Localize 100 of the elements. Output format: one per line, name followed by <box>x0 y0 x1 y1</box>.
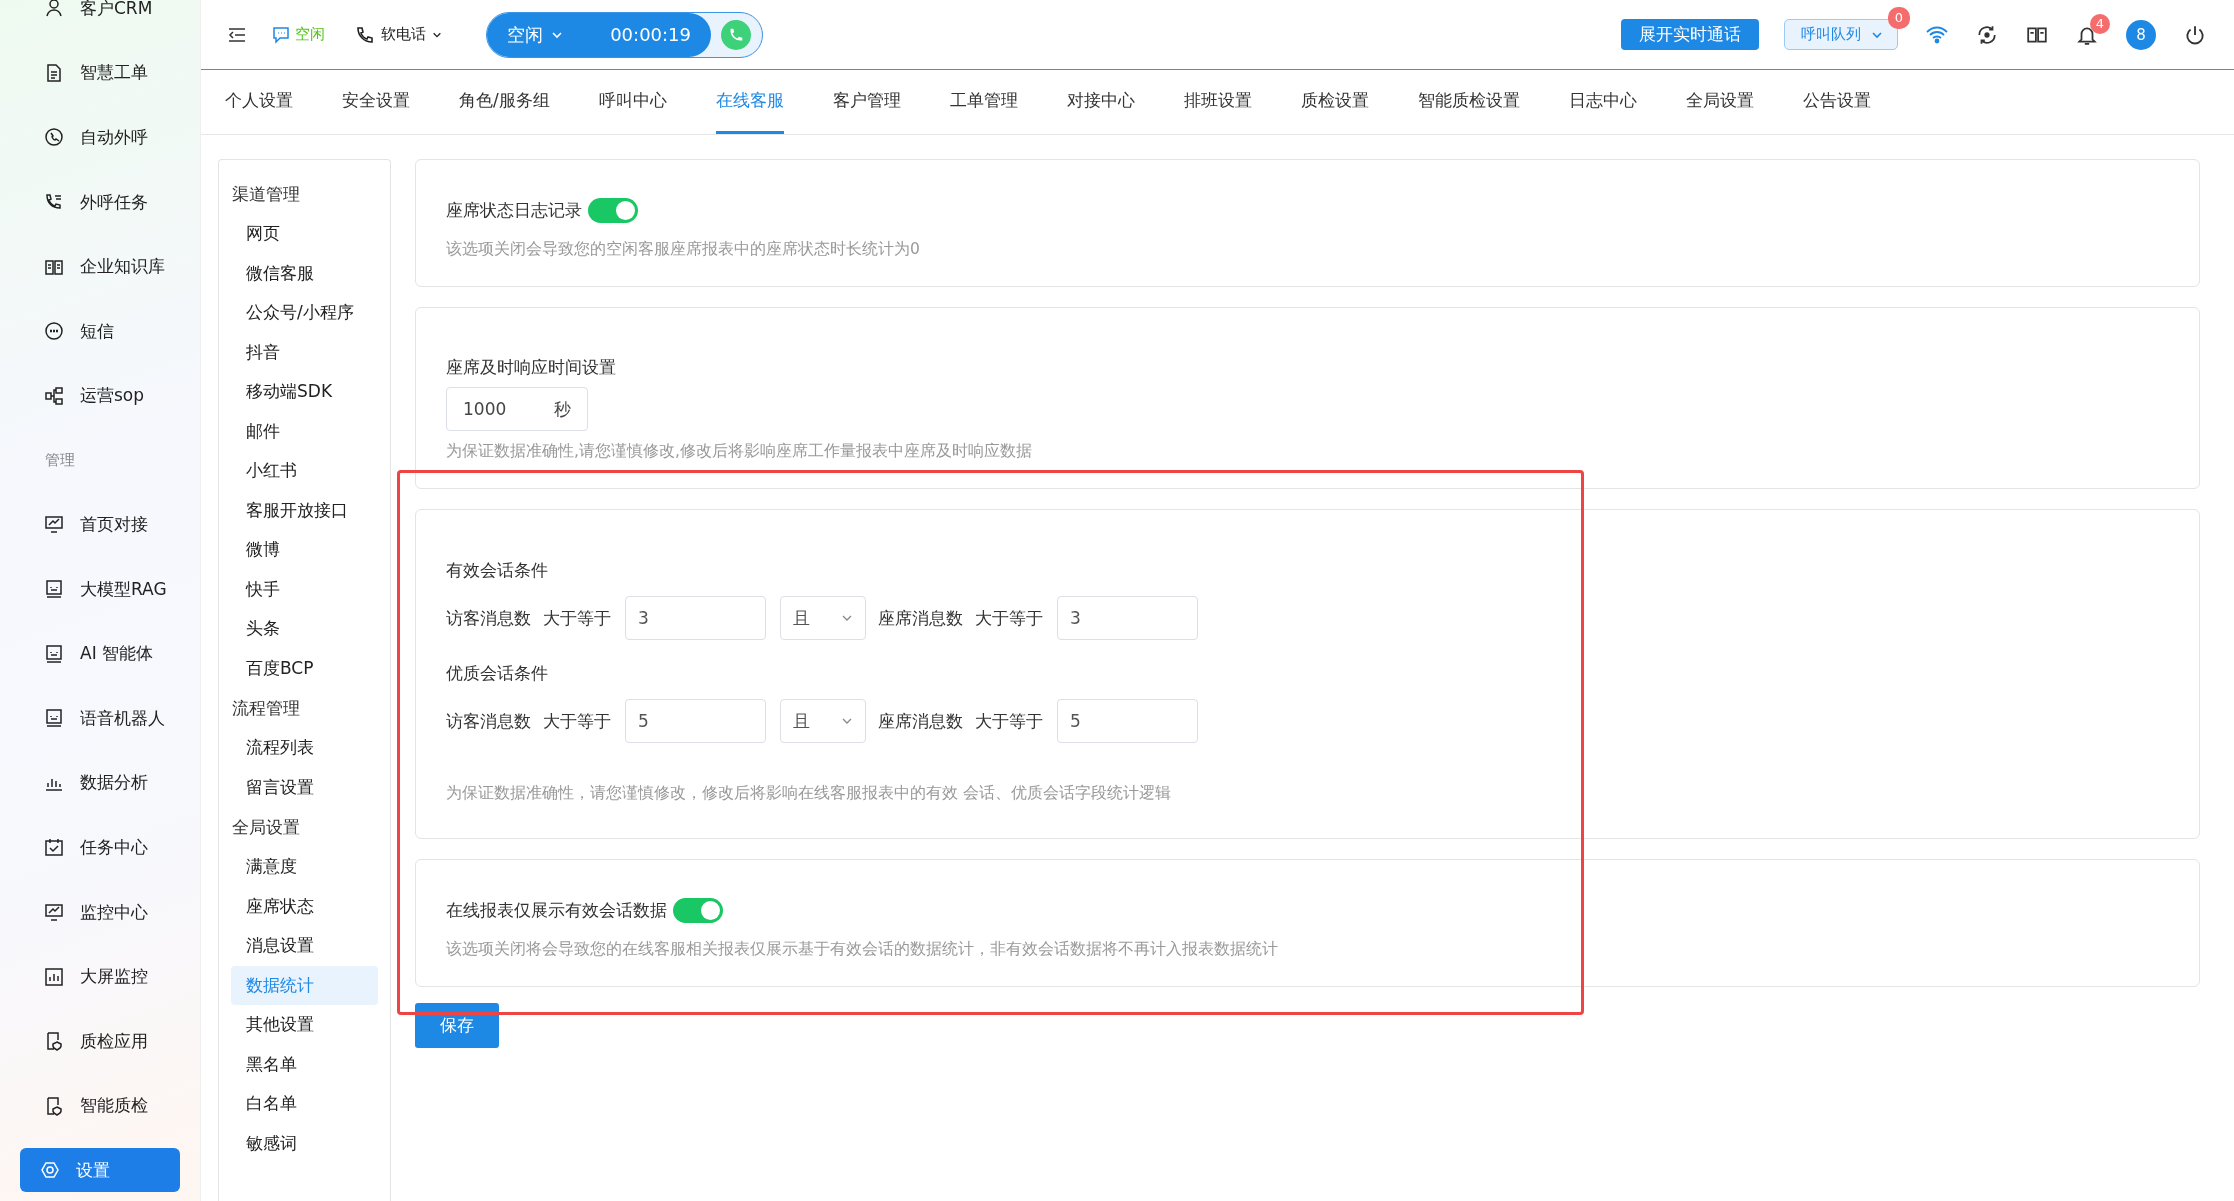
sidebar-item[interactable]: 企业知识库 <box>0 234 200 299</box>
sidebar-item[interactable]: AI 智能体 <box>0 621 200 686</box>
sidebar-item[interactable]: 外呼任务 <box>0 169 200 235</box>
setting-label: 在线报表仅展示有效会话数据 <box>446 899 667 922</box>
sidebar-item[interactable]: 监控中心 <box>0 879 200 945</box>
person-icon <box>44 0 64 19</box>
toggle-switch[interactable] <box>588 198 638 223</box>
submenu-group-title: 渠道管理 <box>231 183 301 206</box>
submenu-item[interactable]: 满意度 <box>231 847 378 887</box>
count-input-field[interactable]: 5 <box>1057 699 1198 743</box>
setting-hint: 该选项关闭会导致您的空闲客服座席报表中的座席状态时长统计为0 <box>446 239 921 260</box>
gear-icon <box>40 1160 60 1181</box>
submenu-item[interactable]: 流程列表 <box>231 728 378 768</box>
settings-tab[interactable]: 安全设置 <box>342 70 410 134</box>
avatar[interactable]: 8 <box>2126 19 2156 50</box>
operator-label: 大于等于 <box>975 709 1043 733</box>
settings-tab[interactable]: 对接中心 <box>1066 70 1135 134</box>
sidebar-item[interactable]: 首页对接 <box>0 492 200 557</box>
settings-tab[interactable]: 角色/服务组 <box>459 70 550 134</box>
sidebar-item[interactable]: 数据分析 <box>0 750 200 816</box>
sidebar-item[interactable]: 大屏监控 <box>0 944 200 1009</box>
settings-tab[interactable]: 工单管理 <box>949 70 1018 134</box>
chat-status-label: 空闲 <box>295 25 325 44</box>
sidebar-item[interactable]: 设置 <box>20 1148 180 1193</box>
sidebar-item[interactable]: 自动外呼 <box>0 105 200 170</box>
submenu-item[interactable]: 白名单 <box>231 1084 378 1124</box>
agent-status-dropdown[interactable]: 空闲 <box>507 22 563 47</box>
softphone-dropdown[interactable]: 软电话 <box>355 24 442 45</box>
call-timer: 00:00:19 <box>610 24 691 45</box>
settings-tab[interactable]: 全局设置 <box>1685 70 1754 134</box>
shield-icon <box>44 1095 64 1116</box>
submenu-item[interactable]: 小红书 <box>231 451 378 491</box>
submenu-item[interactable]: 网页 <box>231 214 378 254</box>
notification-badge: 4 <box>2090 13 2110 34</box>
logic-select[interactable]: 且 <box>780 596 866 640</box>
sidebar-item[interactable]: 短信 <box>0 298 200 364</box>
phone-icon <box>355 24 375 45</box>
count-badge: 0 <box>1888 7 1910 29</box>
submenu-item[interactable]: 留言设置 <box>231 767 378 807</box>
setting-label: 座席及时响应时间设置 <box>446 356 617 379</box>
submenu-item[interactable]: 快手 <box>231 569 378 609</box>
settings-tab[interactable]: 质检设置 <box>1300 70 1369 134</box>
sidebar-item[interactable]: 智慧工单 <box>0 40 200 106</box>
submenu-item[interactable]: 公众号/小程序 <box>231 293 378 333</box>
sidebar-section-label: 管理 <box>44 450 76 472</box>
toggle-switch[interactable] <box>673 898 723 923</box>
count-input-field[interactable]: 3 <box>1057 596 1198 640</box>
submenu-item[interactable]: 消息设置 <box>231 926 378 966</box>
count-input-field[interactable]: 3 <box>625 596 766 640</box>
monitor-icon <box>44 902 64 922</box>
sidebar-item[interactable]: 任务中心 <box>0 815 200 880</box>
count-input-field[interactable]: 5 <box>625 699 766 743</box>
flow-icon <box>44 385 64 406</box>
submenu-item[interactable]: 抖音 <box>231 332 378 372</box>
submenu-item[interactable]: 客服开放接口 <box>231 490 378 530</box>
robot-icon <box>44 579 64 600</box>
save-button[interactable]: 保存 <box>415 1003 499 1048</box>
bars-icon <box>44 966 64 987</box>
setting-hint: 为保证数据准确性,请您谨慎修改,修改后将影响座席工作量报表中座席及时响应数据 <box>446 441 1033 462</box>
sidebar-item[interactable]: 客户CRM <box>0 0 200 41</box>
settings-tab[interactable]: 个人设置 <box>225 70 293 134</box>
settings-tab[interactable]: 呼叫中心 <box>598 70 667 134</box>
robot-icon <box>44 708 64 729</box>
settings-tab[interactable]: 排班设置 <box>1183 70 1252 134</box>
settings-tab[interactable]: 公告设置 <box>1802 70 1871 134</box>
submenu-item[interactable]: 其他设置 <box>231 1005 378 1045</box>
monitor-icon <box>44 514 64 535</box>
settings-tab[interactable]: 日志中心 <box>1568 70 1637 134</box>
submenu-item[interactable]: 黑名单 <box>231 1044 378 1084</box>
operator-label: 大于等于 <box>975 606 1043 630</box>
field-label: 访客消息数 <box>446 709 531 733</box>
number-input-field[interactable]: 1000 秒 <box>446 387 588 431</box>
operator-label: 大于等于 <box>543 709 611 733</box>
settings-tab[interactable]: 智能质检设置 <box>1417 70 1520 134</box>
sidebar-item[interactable]: 语音机器人 <box>0 685 200 751</box>
field-label: 座席消息数 <box>878 709 963 733</box>
sidebar-item[interactable]: 智能质检 <box>0 1073 200 1139</box>
submenu-item[interactable]: 头条 <box>231 609 378 649</box>
submenu-item[interactable]: 移动端SDK <box>231 372 378 412</box>
chat-bubble-icon <box>271 24 291 45</box>
condition-title: 有效会话条件 <box>446 559 549 582</box>
logic-select[interactable]: 且 <box>780 699 866 743</box>
submenu-item[interactable]: 座席状态 <box>231 886 378 926</box>
calendar-icon <box>44 837 64 858</box>
expand-live-call-button[interactable]: 展开实时通话 <box>1621 19 1759 50</box>
power-icon[interactable] <box>2184 23 2206 46</box>
submenu-item[interactable]: 微信客服 <box>231 253 378 293</box>
sidebar-item[interactable]: 大模型RAG <box>0 556 200 622</box>
sync-icon[interactable] <box>1976 23 1998 46</box>
setting-hint: 为保证数据准确性，请您谨慎修改，修改后将影响在线客服报表中的有效 会话、优质会话字段统计逻辑 <box>446 783 1172 804</box>
sidebar-item[interactable]: 质检应用 <box>0 1008 200 1074</box>
submenu-item[interactable]: 敏感词 <box>231 1123 378 1163</box>
condition-title: 优质会话条件 <box>446 662 549 685</box>
setting-label: 座席状态日志记录 <box>446 199 582 222</box>
submenu-item[interactable]: 微博 <box>231 530 378 570</box>
submenu-item[interactable]: 邮件 <box>231 411 378 451</box>
sidebar-item[interactable]: 运营sop <box>0 363 200 429</box>
submenu-item[interactable]: 百度BCP <box>231 648 378 688</box>
settings-tab[interactable]: 在线客服 <box>715 70 784 134</box>
settings-tab[interactable]: 客户管理 <box>832 70 901 134</box>
